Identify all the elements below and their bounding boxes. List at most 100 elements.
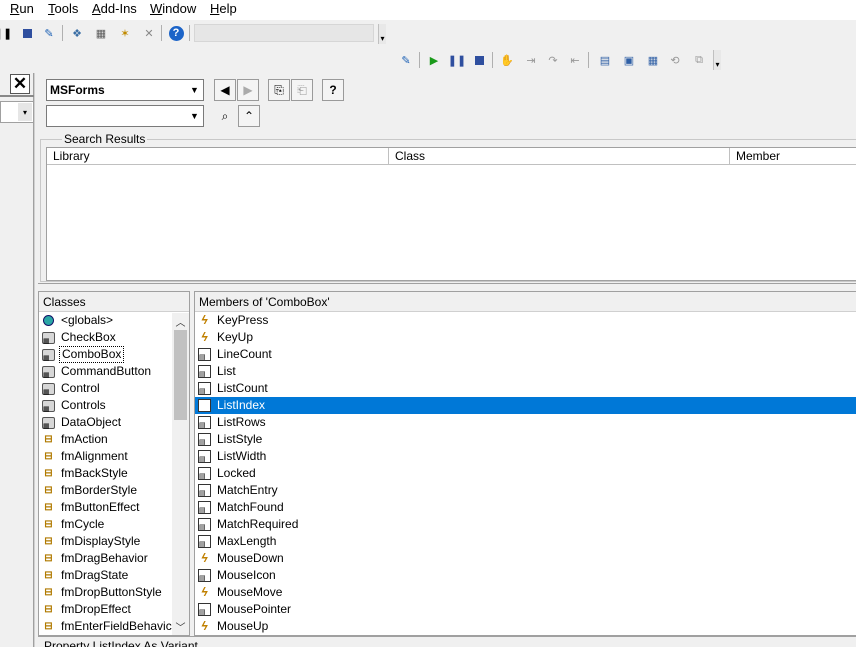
reset-icon[interactable] (470, 51, 488, 69)
design-mode-icon[interactable]: ✎ (397, 51, 415, 69)
view-definition-button[interactable]: ⎗ (291, 79, 313, 101)
chevron-down-icon[interactable]: ▾ (18, 103, 32, 121)
member-list-item[interactable]: ▤ MousePointer (195, 601, 856, 618)
member-list-item[interactable]: ▤ MouseIcon (195, 567, 856, 584)
chevron-down-icon[interactable]: ▼ (187, 107, 202, 125)
class-list-item-label: ComboBox (59, 346, 125, 363)
member-list-item[interactable]: ▤ List (195, 363, 856, 380)
locals-window-icon[interactable]: ▤ (596, 51, 614, 69)
scroll-up-icon[interactable]: ︿ (172, 313, 189, 330)
close-icon[interactable]: ✕ (10, 74, 30, 94)
toolbar-options-icon[interactable]: ▾ (378, 24, 386, 44)
class-list-item[interactable]: ▦ Controls (39, 397, 172, 414)
class-list-item[interactable]: ▦ DataObject (39, 414, 172, 431)
class-list-item[interactable]: ⊟ fmEnterFieldBehavic (39, 618, 172, 635)
class-list-item[interactable]: ⊟ fmDropButtonStyle (39, 584, 172, 601)
design-mode-icon[interactable]: ✎ (40, 24, 58, 42)
go-forward-button[interactable]: ▶ (237, 79, 259, 101)
class-list-item[interactable]: ⊟ fmButtonEffect (39, 499, 172, 516)
property-icon: ▤ (197, 415, 212, 430)
results-splitter[interactable] (38, 283, 856, 291)
class-list-item[interactable]: <globals> (39, 312, 172, 329)
object-browser-icon[interactable]: ✶ (116, 24, 134, 42)
class-list-item[interactable]: ▦ CheckBox (39, 329, 172, 346)
class-list-item[interactable]: ⊟ fmCycle (39, 516, 172, 533)
watch-window-icon[interactable]: ▦ (644, 51, 662, 69)
help-icon[interactable]: ? (167, 24, 185, 42)
scrollbar-thumb[interactable] (174, 330, 187, 420)
member-list-item[interactable]: ϟ KeyUp (195, 329, 856, 346)
column-header-library[interactable]: Library (47, 148, 389, 165)
menu-tools[interactable]: Tools (48, 1, 78, 16)
toolbar-options-icon[interactable]: ▾ (713, 50, 721, 70)
class-icon: ▦ (41, 381, 56, 396)
project-combo[interactable]: ▾ (0, 101, 34, 123)
class-list-item[interactable]: ⊟ fmAlignment (39, 448, 172, 465)
class-list-item-label: fmDisplayStyle (61, 534, 141, 548)
call-stack-icon[interactable]: ⧉ (690, 51, 708, 69)
hide-search-results-button[interactable]: ⌃ (238, 105, 260, 127)
search-results-list[interactable]: Library Class Member (46, 147, 856, 281)
class-list-item-label: fmBackStyle (61, 466, 128, 480)
break-icon[interactable]: ❚❚ (448, 51, 466, 69)
class-list-item[interactable]: ⊟ fmDragBehavior (39, 550, 172, 567)
class-list-item[interactable]: ⊟ fmBorderStyle (39, 482, 172, 499)
menu-add-ins[interactable]: Add-Ins (92, 1, 137, 16)
search-button[interactable]: ⌕ (214, 105, 236, 127)
classes-scrollbar[interactable]: ︿ ﹀ (172, 313, 189, 635)
library-combo[interactable]: MSForms ▼ (46, 79, 204, 101)
class-list-item[interactable]: ⊟ fmDisplayStyle (39, 533, 172, 550)
class-list-item[interactable]: ⊟ fmDragState (39, 567, 172, 584)
member-list-item[interactable]: ▤ ListStyle (195, 431, 856, 448)
search-text-combo[interactable]: ▼ (46, 105, 204, 127)
class-list-item[interactable]: ▦ Control (39, 380, 172, 397)
enum-icon: ⊟ (44, 502, 53, 513)
member-list-item[interactable]: ▤ Locked (195, 465, 856, 482)
class-list-item[interactable]: ⊟ fmDropEffect (39, 601, 172, 618)
member-list-item[interactable]: ϟ MouseMove (195, 584, 856, 601)
class-list-item[interactable]: ⊟ fmAction (39, 431, 172, 448)
class-list-item[interactable]: ▦ ComboBox (39, 346, 172, 363)
project-explorer-icon[interactable]: ❖ (68, 24, 86, 42)
member-list-item[interactable]: ▤ ListWidth (195, 448, 856, 465)
toolbox-icon[interactable]: ✕ (140, 24, 158, 42)
chevron-down-icon[interactable]: ▼ (187, 81, 202, 99)
member-list-item[interactable]: ▤ MatchEntry (195, 482, 856, 499)
member-list-item[interactable]: ▤ MatchFound (195, 499, 856, 516)
properties-window-icon[interactable]: ▦ (92, 24, 110, 42)
step-into-icon[interactable]: ⇥ (522, 51, 540, 69)
scroll-down-icon[interactable]: ﹀ (172, 618, 189, 635)
member-list-item[interactable]: ▤ LineCount (195, 346, 856, 363)
menu-run[interactable]: Run (10, 1, 34, 16)
member-list-item[interactable]: ▤ MatchRequired (195, 516, 856, 533)
step-out-icon[interactable]: ⇤ (566, 51, 584, 69)
go-back-button[interactable]: ◀ (214, 79, 236, 101)
immediate-window-icon[interactable]: ▣ (620, 51, 638, 69)
member-list-item[interactable]: ϟ MouseUp (195, 618, 856, 635)
member-list-item-label: LineCount (217, 347, 272, 361)
member-list-item[interactable]: ϟ KeyPress (195, 312, 856, 329)
class-list-item-label: fmDropEffect (61, 602, 131, 616)
menu-help[interactable]: Help (210, 1, 237, 16)
column-header-member[interactable]: Member (730, 148, 856, 165)
pause-icon[interactable]: ❚❚ (0, 24, 12, 42)
toggle-breakpoint-icon[interactable]: ✋ (498, 51, 516, 69)
classes-header: Classes (39, 292, 189, 312)
menu-window[interactable]: Window (150, 1, 196, 16)
quick-watch-icon[interactable]: ⟲ (666, 51, 684, 69)
member-list-item[interactable]: ▤ ListIndex (195, 397, 856, 414)
member-list-item[interactable]: ϟ MouseDown (195, 550, 856, 567)
class-list-item[interactable]: ▦ CommandButton (39, 363, 172, 380)
property-icon: ▤ (197, 602, 212, 617)
help-button[interactable]: ? (322, 79, 344, 101)
class-list-item[interactable]: ⊟ fmBackStyle (39, 465, 172, 482)
member-list-item-label: ListCount (217, 381, 268, 395)
copy-to-clipboard-button[interactable]: ⎘ (268, 79, 290, 101)
column-header-class[interactable]: Class (389, 148, 730, 165)
member-list-item[interactable]: ▤ ListRows (195, 414, 856, 431)
run-icon[interactable]: ▶ (425, 51, 443, 69)
member-list-item[interactable]: ▤ ListCount (195, 380, 856, 397)
stop-icon[interactable] (18, 24, 36, 42)
step-over-icon[interactable]: ↷ (544, 51, 562, 69)
member-list-item[interactable]: ▤ MaxLength (195, 533, 856, 550)
